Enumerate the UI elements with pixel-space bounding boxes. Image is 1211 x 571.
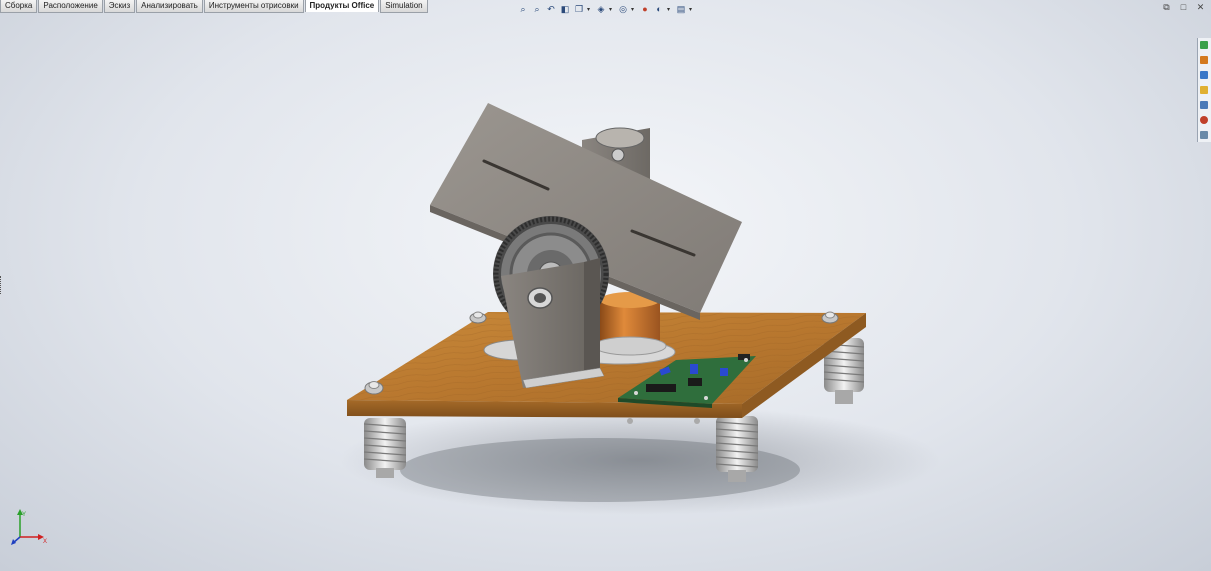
- heads-up-view-toolbar: ⌕ ⌕ ↶ ◧ ❐ ▾ ◈ ▾ ◎ ▾ ● ◐ ▾ ▤ ▾: [517, 2, 695, 16]
- close-icon[interactable]: ✕: [1196, 3, 1205, 12]
- graphics-area[interactable]: Сборка Расположение Эскиз Анализировать …: [0, 0, 1211, 571]
- triad-y-label: Y: [22, 512, 26, 518]
- custom-properties-icon[interactable]: [1198, 128, 1210, 142]
- screw-under-board: [627, 418, 633, 424]
- tab-assembly[interactable]: Сборка: [0, 0, 38, 13]
- tab-simulation[interactable]: Simulation: [380, 0, 428, 13]
- bolt-back-left: [469, 311, 487, 324]
- chevron-down-icon[interactable]: ▾: [689, 6, 695, 13]
- restore-icon[interactable]: ⧉: [1162, 3, 1171, 12]
- assembly-model[interactable]: [0, 0, 1211, 571]
- folder-icon[interactable]: [1198, 83, 1210, 97]
- tab-sketch[interactable]: Эскиз: [103, 0, 136, 13]
- chevron-down-icon[interactable]: ▾: [667, 6, 673, 13]
- chevron-down-icon[interactable]: ▾: [609, 6, 615, 13]
- window-controls: ⧉ □ ✕: [1162, 3, 1205, 12]
- previous-view-icon[interactable]: ↶: [545, 3, 557, 15]
- section-view-icon[interactable]: ◧: [559, 3, 571, 15]
- zoom-to-area-icon[interactable]: ⌕: [531, 3, 543, 15]
- task-pane-tabs: [1197, 38, 1211, 142]
- file-explorer-icon[interactable]: [1198, 68, 1210, 82]
- bolt-front-left: [364, 381, 384, 395]
- zoom-to-fit-icon[interactable]: ⌕: [517, 3, 529, 15]
- solidworks-resources-icon[interactable]: [1198, 38, 1210, 52]
- spring-front-left[interactable]: [363, 418, 407, 478]
- chevron-down-icon[interactable]: ▾: [587, 6, 593, 13]
- tab-evaluate[interactable]: Анализировать: [136, 0, 203, 13]
- triad-x-label: X: [43, 539, 47, 545]
- tab-markup-tools[interactable]: Инструменты отрисовки: [203, 0, 304, 13]
- hide-show-items-icon[interactable]: ◎: [617, 3, 629, 15]
- command-manager-tabs: Сборка Расположение Эскиз Анализировать …: [0, 0, 429, 13]
- apply-scene-icon[interactable]: ◐: [653, 3, 665, 15]
- tab-layout[interactable]: Расположение: [38, 0, 103, 13]
- appearances-icon[interactable]: [1198, 113, 1210, 127]
- tab-office-products[interactable]: Продукты Office: [304, 0, 380, 12]
- edit-appearance-icon[interactable]: ●: [639, 3, 651, 15]
- design-library-icon[interactable]: [1198, 53, 1210, 67]
- reference-triad: Y X: [11, 509, 47, 545]
- display-style-icon[interactable]: ◈: [595, 3, 607, 15]
- chevron-down-icon[interactable]: ▾: [631, 6, 637, 13]
- screw-under-board: [694, 418, 700, 424]
- view-palette-icon[interactable]: [1198, 98, 1210, 112]
- view-settings-icon[interactable]: ▤: [675, 3, 687, 15]
- maximize-icon[interactable]: □: [1179, 3, 1188, 12]
- view-orientation-icon[interactable]: ❐: [573, 3, 585, 15]
- panel-resize-handle[interactable]: [0, 276, 6, 294]
